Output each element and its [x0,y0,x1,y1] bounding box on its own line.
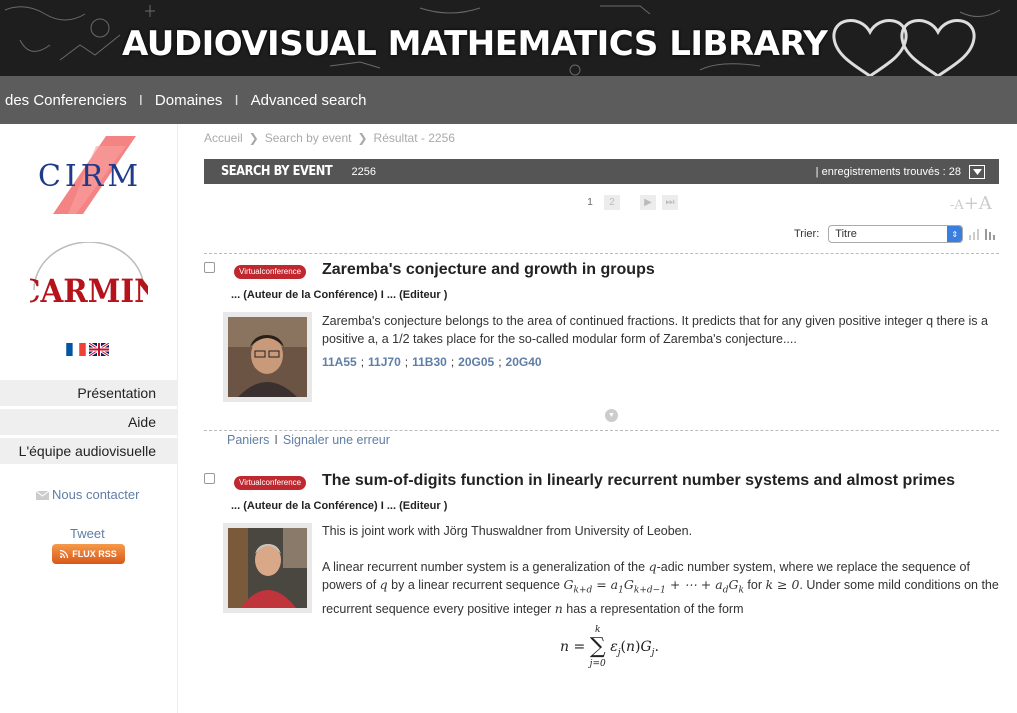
chevron-right-icon: ❯ [248,131,259,145]
chevron-right-icon: ❯ [357,131,368,145]
contact-label: Nous contacter [52,487,140,502]
record-title[interactable]: Zaremba's conjecture and growth in group… [322,261,655,279]
select-arrows-icon: ⇕ [947,226,963,242]
video-thumbnail[interactable] [223,312,312,402]
language-flags [66,343,109,356]
main-nav: des Conferenciers I Domaines I Advanced … [0,76,1017,124]
next-page-icon[interactable]: ▶ [640,195,656,210]
event-header-bar: SEARCH BY EVENT 2256 | enregistrements t… [204,159,999,184]
expand-chevron-icon[interactable]: ▼ [605,409,618,422]
page-2[interactable]: 2 [604,195,620,210]
carmin-logo-text: CARMIN [30,273,148,310]
last-page-icon[interactable]: ⏭ [662,195,678,210]
report-error-link[interactable]: Signaler une erreur [283,433,390,447]
results-count: | enregistrements trouvés : 28 [815,165,961,178]
rss-icon [60,550,69,558]
sort-label: Trier: [794,228,820,240]
record-authors: ... (Auteur de la Conférence) I ... (Edi… [231,500,448,512]
banner-title: AUDIOVISUAL MATHEMATICS LIBRARY [122,24,828,64]
msc-code[interactable]: 20G40 [506,355,542,369]
rss-button[interactable]: FLUX RSS [52,544,125,564]
french-flag-icon[interactable] [66,343,86,356]
nav-domains[interactable]: Domaines [155,92,223,109]
contact-link[interactable]: Nous contacter [35,487,140,502]
nav-separator: I [138,91,143,109]
sort-desc-icon[interactable] [984,228,996,240]
msc-codes: 11A55; 11J70; 11B30; 20G05; 20G40 [322,355,542,369]
record-actions: Paniers I Signaler une erreur [227,433,390,447]
cirm-logo[interactable]: CIRM [28,134,153,216]
msc-code[interactable]: 20G05 [458,355,494,369]
nav-speakers[interactable]: des Conferenciers [0,92,127,109]
baskets-link[interactable]: Paniers [227,433,269,447]
msc-code[interactable]: 11B30 [412,355,447,369]
record-authors: ... (Auteur de la Conférence) I ... (Edi… [231,289,448,301]
nav-advanced-search[interactable]: Advanced search [251,92,367,109]
sidebar: CIRM CARMIN Présentation Aide L'équipe a… [0,124,178,713]
record-abstract: Zaremba's conjecture belongs to the area… [322,314,988,346]
breadcrumb-result: Résultat - 2256 [373,131,455,145]
sidebar-item-help[interactable]: Aide [0,409,178,435]
sort-select[interactable]: Titre ⇕ [828,225,964,243]
breadcrumb-search-by-event[interactable]: Search by event [265,131,352,145]
collapse-toggle[interactable] [969,164,985,179]
event-bar-title: SEARCH BY EVENT [221,164,333,179]
font-decrease-button[interactable]: -A [950,198,964,213]
cirm-logo-text: CIRM [38,159,142,194]
status-badge: Virtualconference [234,476,307,490]
msc-code[interactable]: 11J70 [368,355,401,369]
recurrence-formula: Gk+d = a1Gk+d−1 + ⋯ + adGk [563,577,744,596]
breadcrumb: Accueil ❯ Search by event ❯ Résultat - 2256 [204,131,455,145]
abstract-paragraph: This is joint work with Jörg Thuswaldner… [322,524,693,538]
nav-separator: I [234,91,239,109]
separator [204,430,999,431]
rss-label: FLUX RSS [72,549,117,559]
record-abstract: This is joint work with Jörg Thuswaldner… [322,522,1002,618]
event-number: 2256 [351,165,376,178]
tweet-link[interactable]: Tweet [70,526,105,541]
carmin-logo[interactable]: CARMIN [30,242,148,317]
record-title[interactable]: The sum-of-digits function in linearly r… [322,472,955,490]
sidebar-item-presentation[interactable]: Présentation [0,380,178,406]
pagination: 1 2 ▶ ⏭ [582,195,678,210]
record-checkbox[interactable] [204,262,215,273]
sort-selected-value: Titre [835,228,857,240]
sort-asc-icon[interactable] [968,228,980,240]
msc-code[interactable]: 11A55 [322,355,357,369]
video-thumbnail[interactable] [223,523,312,613]
font-size-controls: -A+A [950,193,992,214]
mail-icon [35,490,50,501]
triangle-down-icon [972,168,982,175]
breadcrumb-home[interactable]: Accueil [204,131,243,145]
speaker-photo [228,317,307,397]
separator [204,253,999,254]
page-1[interactable]: 1 [582,195,598,210]
sort-control: Trier: Titre ⇕ [794,225,996,243]
speaker-photo [228,528,307,608]
site-banner[interactable]: AUDIOVISUAL MATHEMATICS LIBRARY [0,0,1017,76]
font-increase-button[interactable]: +A [964,193,992,214]
record-checkbox[interactable] [204,473,215,484]
status-badge: Virtualconference [234,265,307,279]
abstract-paragraph: A linear recurrent number system is a ge… [322,559,999,616]
representation-formula: n = k ∑ j=0 εj(n)Gj. [560,625,659,669]
uk-flag-icon[interactable] [89,343,109,356]
sidebar-item-av-team[interactable]: L'équipe audiovisuelle [0,438,178,464]
